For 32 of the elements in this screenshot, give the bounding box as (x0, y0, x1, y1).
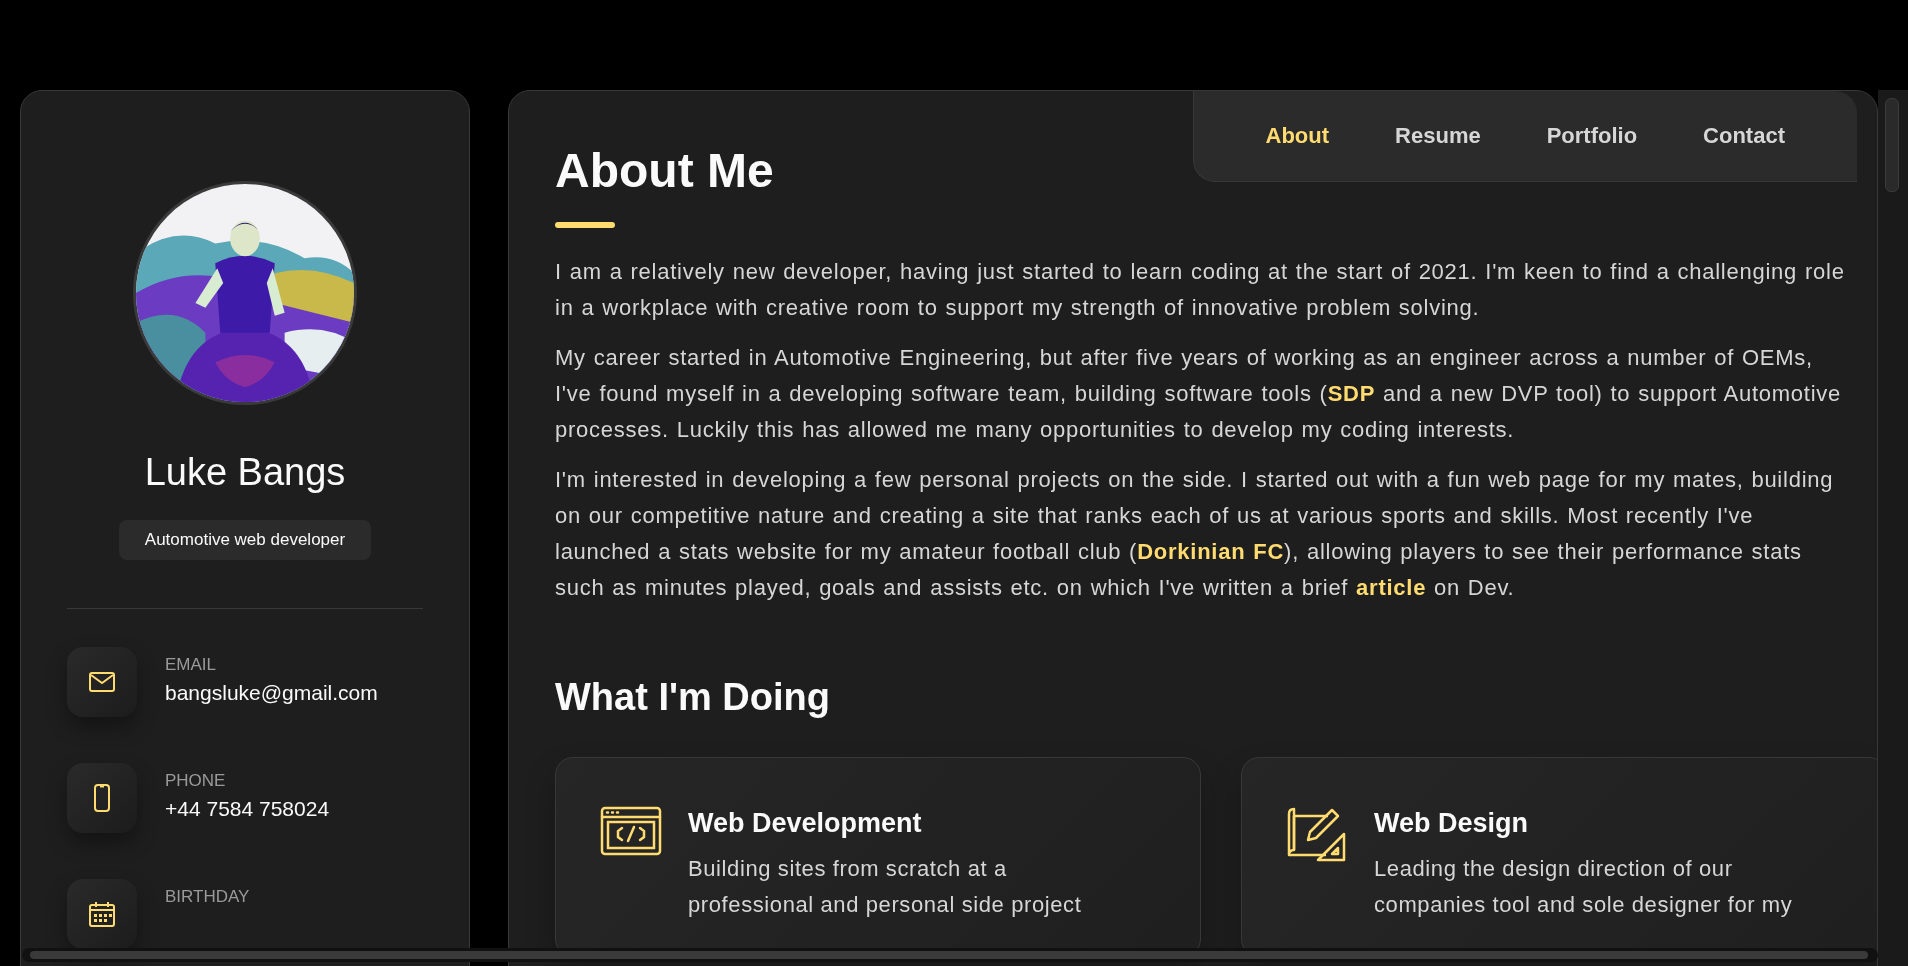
nav-tab[interactable]: Resume (1395, 123, 1481, 149)
vertical-scrollbar[interactable] (1878, 90, 1908, 966)
nav-tab[interactable]: Portfolio (1546, 123, 1638, 149)
code-window-icon (600, 806, 662, 856)
horizontal-scrollbar[interactable] (22, 948, 1878, 962)
contact-label: EMAIL (165, 655, 218, 675)
contact-value[interactable]: +44 7584 758024 (165, 797, 330, 821)
blueprint-pencil-icon (1286, 806, 1348, 862)
envelope-icon (89, 672, 115, 692)
contact-label: PHONE (165, 771, 227, 791)
about-paragraph: I am a relatively new developer, having just started to learn coding at the start of 2021. I'm keen to find a challenging role in a workplace with creative room to support my strength of innovative problem solving. (555, 258, 1846, 322)
page-title: About Me (555, 143, 774, 198)
job-title-tag: Automotive web developer (118, 520, 372, 560)
service-title: Web Development (688, 808, 923, 839)
inline-link[interactable]: Dorkinian FC (1137, 539, 1285, 564)
nav-tab[interactable]: Contact (1703, 123, 1785, 149)
nav-tab[interactable]: About (1265, 123, 1330, 149)
inline-link[interactable]: SDP (1327, 381, 1376, 406)
title-underline (555, 222, 615, 228)
contact-value[interactable]: bangsluke@gmail.com (165, 681, 378, 705)
phone-icon (94, 784, 110, 812)
service-description: Leading the design direction of our companies tool and sole designer for my (1374, 855, 1794, 919)
inline-link[interactable]: article (1356, 575, 1427, 600)
service-title: Web Design (1374, 808, 1530, 839)
contact-label: BIRTHDAY (165, 887, 250, 907)
service-description: Building sites from scratch at a professional and personal side project (688, 855, 1083, 919)
section-title: What I'm Doing (555, 676, 831, 719)
calendar-icon (89, 901, 115, 927)
about-paragraph: My career started in Automotive Engineering, but after five years of working as an engineer across a number of OEMs, I've found myself in a developing software team, building software tools (SDP and a new DVP tool) to support Automotive processes. Luckily this has allowed me many opportunities to develop my coding interests. (555, 344, 1843, 444)
about-paragraph: I'm interested in developing a few personal projects on the side. I started out with a fun web page for my mates, building on our competitive nature and creating a site that ranks each of us at various sports and skills. Most recently I've launched a stats website for my amateur football club (Dorkinian FC), allowing players to see their performance stats such as minutes played, goals and assists etc. on which I've written a brief article on Dev. (555, 466, 1835, 602)
scrollbar-thumb[interactable] (1885, 98, 1899, 192)
profile-name: Luke Bangs (144, 451, 346, 494)
